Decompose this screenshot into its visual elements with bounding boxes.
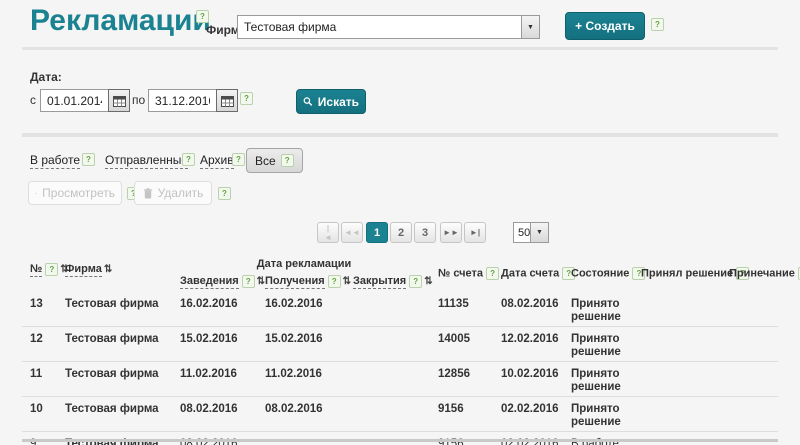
sort-icon: ⇅: [424, 276, 432, 287]
search-icon: [303, 96, 313, 107]
table-row[interactable]: 11 Тестовая фирма 11.02.2016 11.02.2016 …: [22, 362, 778, 397]
tab-all-selected[interactable]: Все ?: [246, 148, 303, 173]
date-to-input[interactable]: [148, 89, 216, 112]
delete-button-label: Удалить: [158, 186, 204, 200]
col-header-state: Состояние?: [566, 255, 636, 292]
create-button[interactable]: + Создать: [565, 12, 645, 40]
search-button[interactable]: Искать: [296, 89, 366, 114]
col-header-opened[interactable]: Заведения?⇅: [175, 270, 260, 292]
sort-icon: ⇅: [343, 276, 351, 287]
tab-in-progress[interactable]: В работе: [30, 153, 80, 167]
help-icon[interactable]: ?: [196, 10, 209, 23]
help-icon[interactable]: ?: [242, 275, 255, 288]
date-from-label: с: [30, 93, 36, 107]
date-filter-label: Дата:: [30, 70, 62, 84]
col-header-firm[interactable]: Фирма⇅: [60, 255, 175, 292]
table-row[interactable]: 10 Тестовая фирма 08.02.2016 08.02.2016 …: [22, 397, 778, 432]
help-icon[interactable]: ?: [651, 18, 664, 31]
date-to-label: по: [132, 93, 145, 107]
help-icon[interactable]: ?: [182, 153, 195, 166]
pager-prev-button[interactable]: ◄◄: [341, 222, 363, 243]
pager-page-1[interactable]: 1: [366, 222, 388, 243]
col-header-note: Принечание?: [724, 255, 778, 292]
col-header-invoice: № счета?: [433, 255, 496, 292]
date-from-group: [40, 89, 130, 112]
col-header-closed[interactable]: Закрытия?⇅: [348, 270, 433, 292]
help-icon[interactable]: ?: [82, 153, 95, 166]
pager-last-button[interactable]: ►|: [464, 222, 486, 243]
col-header-received[interactable]: Получения?⇅: [260, 270, 348, 292]
delete-button[interactable]: Удалить: [134, 181, 212, 205]
page-title: Рекламации: [30, 4, 211, 38]
pager-page-3[interactable]: 3: [414, 222, 436, 243]
col-group-complaint-date: Дата рекламации: [175, 255, 433, 270]
firm-select-value: Тестовая фирма: [238, 20, 521, 34]
table-row[interactable]: 12 Тестовая фирма 15.02.2016 15.02.2016 …: [22, 327, 778, 362]
view-button-label: Просмотреть: [42, 186, 115, 200]
sort-icon: ⇅: [257, 276, 265, 287]
complaints-table: №?⇅ Фирма⇅ Дата рекламации № счета? Дата…: [22, 255, 778, 445]
help-icon[interactable]: ?: [240, 92, 253, 105]
pager-page-2[interactable]: 2: [390, 222, 412, 243]
page-size-value: 50: [514, 227, 530, 239]
col-header-invoice-date: Дата счета?: [496, 255, 566, 292]
help-icon[interactable]: ?: [328, 275, 341, 288]
col-header-num[interactable]: №?⇅: [22, 255, 60, 292]
trash-icon: [143, 188, 153, 199]
calendar-icon[interactable]: [108, 89, 130, 112]
complaints-page: Рекламации ? Фирма: Тестовая фирма ▼ + С…: [0, 0, 800, 445]
help-icon[interactable]: ?: [281, 154, 294, 167]
help-icon[interactable]: ?: [409, 275, 422, 288]
view-button[interactable]: Просмотреть: [28, 181, 122, 205]
date-to-group: [148, 89, 238, 112]
table-row[interactable]: 13 Тестовая фирма 16.02.2016 16.02.2016 …: [22, 292, 778, 327]
search-button-label: Искать: [318, 95, 359, 109]
help-icon[interactable]: ?: [45, 263, 58, 276]
help-icon[interactable]: ?: [486, 267, 499, 280]
pencil-icon: [35, 188, 37, 199]
pager-next-button[interactable]: ►►: [440, 222, 462, 243]
help-icon[interactable]: ?: [232, 153, 245, 166]
page-size-select[interactable]: 50 ▼: [513, 222, 549, 243]
tab-sent[interactable]: Отправленные: [105, 153, 188, 167]
firm-select[interactable]: Тестовая фирма ▼: [237, 15, 540, 39]
tab-archive[interactable]: Архив: [200, 153, 234, 167]
table-bottom-border: [22, 439, 778, 442]
chevron-down-icon[interactable]: ▼: [530, 223, 548, 242]
col-header-decision-by: Принял решение?: [636, 255, 724, 292]
pager-first-button[interactable]: |◄: [317, 222, 339, 243]
tab-all-label: Все: [255, 154, 276, 168]
chevron-down-icon[interactable]: ▼: [521, 16, 539, 38]
calendar-icon[interactable]: [216, 89, 238, 112]
sort-icon: ⇅: [104, 264, 112, 275]
header-divider: [22, 47, 778, 50]
section-divider: [22, 133, 778, 137]
help-icon[interactable]: ?: [218, 187, 231, 200]
date-from-input[interactable]: [40, 89, 108, 112]
